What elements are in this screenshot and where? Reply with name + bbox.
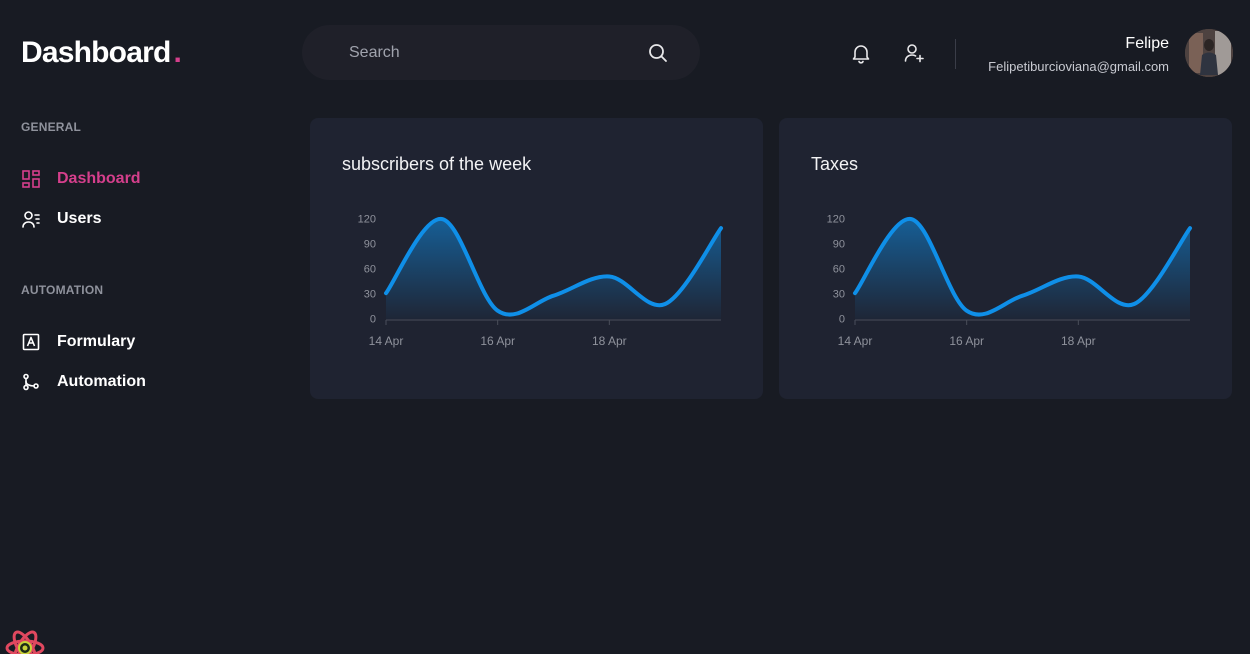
avatar[interactable] xyxy=(1185,29,1233,77)
data-point xyxy=(1077,276,1079,277)
sidebar-item-label: Users xyxy=(57,210,102,227)
y-tick-label: 90 xyxy=(364,239,376,251)
data-point xyxy=(553,295,554,297)
app-title: Dashboard xyxy=(21,36,171,69)
y-tick-label: 60 xyxy=(364,264,376,276)
data-point xyxy=(385,292,387,294)
data-point xyxy=(966,310,968,312)
bell-icon[interactable] xyxy=(850,42,872,64)
profile-info: Felipe Felipetiburcioviana@gmail.com xyxy=(988,35,1169,74)
x-tick-label: 16 Apr xyxy=(949,334,984,348)
app-logo: Dashboard. xyxy=(21,36,182,70)
header-divider xyxy=(955,39,956,69)
sidebar-item-dashboard[interactable]: Dashboard xyxy=(22,170,141,188)
series-area xyxy=(386,218,721,319)
y-tick-label: 120 xyxy=(358,214,376,226)
data-point xyxy=(608,276,610,277)
y-tick-label: 0 xyxy=(370,314,376,326)
chart-card-taxes: Taxes 0 30 60 90 120 14 Apr 16 Apr 18 Apr xyxy=(779,118,1232,399)
sidebar-item-formulary[interactable]: Formulary xyxy=(22,333,135,351)
users-icon xyxy=(22,210,40,228)
dashboard-icon xyxy=(22,170,40,188)
subscribers-chart: 0 30 60 90 120 14 Apr 16 Apr 18 Apr xyxy=(358,214,723,348)
app-title-dot: . xyxy=(173,36,182,69)
search-icon[interactable] xyxy=(648,43,668,63)
profile-email: Felipetiburcioviana@gmail.com xyxy=(988,59,1169,74)
y-tick-label: 30 xyxy=(833,289,845,301)
y-tick-label: 30 xyxy=(364,289,376,301)
data-point xyxy=(441,218,443,220)
add-user-icon[interactable] xyxy=(903,42,925,64)
y-tick-label: 0 xyxy=(839,314,845,326)
sidebar-item-label: Dashboard xyxy=(57,170,141,187)
sidebar-item-label: Formulary xyxy=(57,333,136,350)
data-point xyxy=(1133,303,1135,305)
x-tick-label: 16 Apr xyxy=(480,334,515,348)
data-point xyxy=(1022,295,1023,297)
form-icon xyxy=(22,333,40,351)
y-tick-label: 90 xyxy=(833,239,845,251)
data-point xyxy=(720,227,722,229)
taxes-chart: 0 30 60 90 120 14 Apr 16 Apr 18 Apr xyxy=(827,214,1192,348)
y-tick-label: 60 xyxy=(833,264,845,276)
search-input[interactable] xyxy=(349,43,648,62)
series-area xyxy=(855,218,1190,319)
x-tick-label: 18 Apr xyxy=(592,334,627,348)
git-branch-icon xyxy=(22,373,40,391)
data-point xyxy=(497,310,499,312)
sidebar-item-users[interactable]: Users xyxy=(22,210,101,228)
x-tick-label: 14 Apr xyxy=(369,334,404,348)
profile-name: Felipe xyxy=(1125,35,1169,52)
dev-tools-logo-icon[interactable] xyxy=(5,628,45,654)
sidebar-item-label: Automation xyxy=(57,373,146,390)
section-title-automation: AUTOMATION xyxy=(21,283,104,297)
data-point xyxy=(1189,227,1191,229)
search-bar[interactable] xyxy=(302,25,700,80)
x-tick-label: 14 Apr xyxy=(838,334,873,348)
sidebar-item-automation[interactable]: Automation xyxy=(22,373,146,391)
data-point xyxy=(664,303,666,305)
y-tick-label: 120 xyxy=(827,214,845,226)
data-point xyxy=(910,218,912,220)
data-point xyxy=(854,292,856,294)
chart-card-subscribers: subscribers of the week 0 30 60 90 120 14 Apr… xyxy=(310,118,763,399)
section-title-general: GENERAL xyxy=(21,120,82,134)
x-tick-label: 18 Apr xyxy=(1061,334,1096,348)
